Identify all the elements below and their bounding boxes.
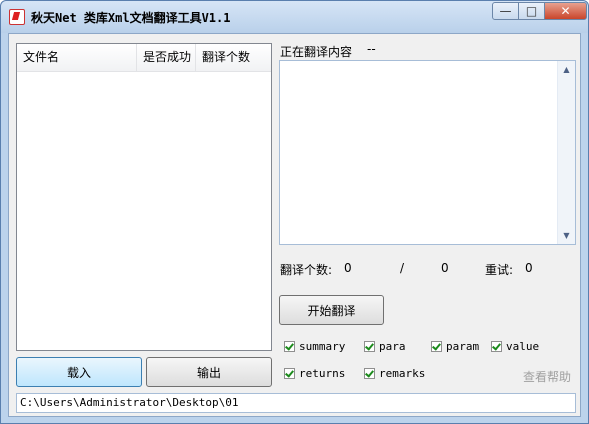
checkbox-checked-icon[interactable] bbox=[284, 368, 295, 379]
scroll-down-icon[interactable]: ▼ bbox=[559, 227, 574, 244]
option-returns[interactable]: returns bbox=[284, 367, 345, 380]
title-bar[interactable]: 秋天Net 类库Xml文档翻译工具V1.1 — □ ✕ bbox=[1, 1, 588, 33]
count-separator: / bbox=[400, 261, 405, 275]
option-summary-label: summary bbox=[299, 340, 346, 353]
translating-value: -- bbox=[367, 42, 376, 56]
retry-label: 重试: bbox=[485, 263, 514, 277]
help-link[interactable]: 查看帮助 bbox=[523, 368, 571, 385]
option-value[interactable]: value bbox=[491, 340, 539, 353]
output-button[interactable]: 输出 bbox=[146, 357, 272, 387]
option-value-label: value bbox=[506, 340, 540, 353]
load-button[interactable]: 载入 bbox=[16, 357, 142, 387]
option-param-label: param bbox=[446, 340, 480, 353]
option-para-label: para bbox=[379, 340, 406, 353]
main-window: 秋天Net 类库Xml文档翻译工具V1.1 — □ ✕ 文件名 是否成功 翻译个… bbox=[0, 0, 589, 424]
window-title: 秋天Net 类库Xml文档翻译工具V1.1 bbox=[31, 11, 231, 25]
option-param[interactable]: param bbox=[431, 340, 479, 353]
translate-count-value: 0 bbox=[344, 261, 352, 275]
file-list[interactable]: 文件名 是否成功 翻译个数 bbox=[16, 43, 272, 351]
option-summary[interactable]: summary bbox=[284, 340, 345, 353]
retry-value: 0 bbox=[525, 261, 533, 275]
file-list-header: 文件名 是否成功 翻译个数 bbox=[17, 44, 271, 72]
column-header-success[interactable]: 是否成功 bbox=[137, 44, 196, 71]
translating-label: 正在翻译内容 bbox=[280, 45, 353, 59]
start-translate-button[interactable]: 开始翻译 bbox=[279, 295, 384, 325]
minimize-button[interactable]: — bbox=[492, 2, 519, 20]
translate-count-label: 翻译个数: bbox=[280, 263, 333, 277]
checkbox-checked-icon[interactable] bbox=[364, 368, 375, 379]
app-icon bbox=[9, 9, 25, 25]
maximize-button[interactable]: □ bbox=[518, 2, 545, 20]
option-para[interactable]: para bbox=[364, 340, 406, 353]
vertical-scrollbar[interactable]: ▲ ▼ bbox=[557, 61, 575, 244]
column-header-filename[interactable]: 文件名 bbox=[17, 44, 137, 71]
option-remarks-label: remarks bbox=[379, 367, 426, 380]
option-remarks[interactable]: remarks bbox=[364, 367, 425, 380]
total-count-value: 0 bbox=[441, 261, 449, 275]
checkbox-checked-icon[interactable] bbox=[364, 341, 375, 352]
path-field[interactable]: C:\Users\Administrator\Desktop\01 bbox=[16, 393, 576, 413]
checkbox-checked-icon[interactable] bbox=[431, 341, 442, 352]
close-button[interactable]: ✕ bbox=[544, 2, 587, 20]
option-returns-label: returns bbox=[299, 367, 346, 380]
client-area: 文件名 是否成功 翻译个数 正在翻译内容 -- ▲ ▼ 翻译个数: 0 / 0 … bbox=[8, 33, 581, 417]
column-header-count[interactable]: 翻译个数 bbox=[196, 44, 271, 71]
checkbox-checked-icon[interactable] bbox=[491, 341, 502, 352]
scroll-up-icon[interactable]: ▲ bbox=[559, 61, 574, 78]
translating-content-box[interactable]: ▲ ▼ bbox=[279, 60, 576, 245]
checkbox-checked-icon[interactable] bbox=[284, 341, 295, 352]
